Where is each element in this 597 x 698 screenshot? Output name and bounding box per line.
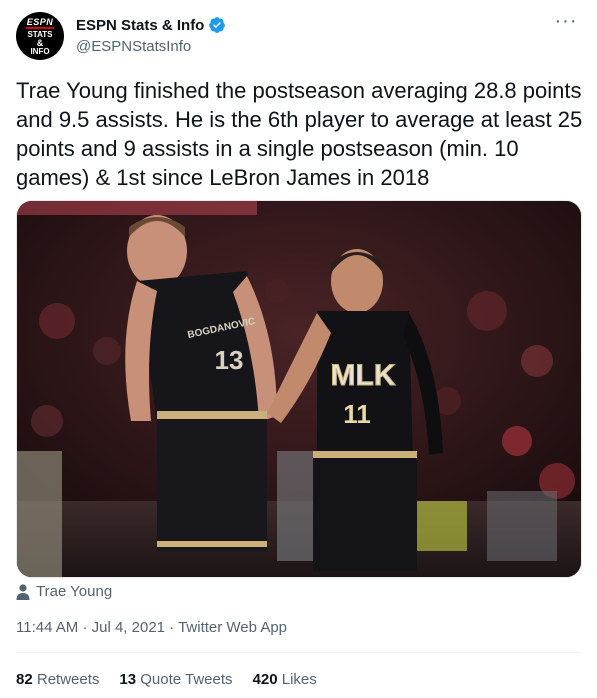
- tweet-time[interactable]: 11:44 AM: [16, 619, 78, 636]
- name-row: ESPN Stats & Info: [76, 16, 226, 34]
- avatar-ampersand-text: &: [36, 38, 44, 48]
- verified-badge-icon: [209, 17, 226, 33]
- display-name[interactable]: ESPN Stats & Info: [76, 17, 204, 34]
- engagement-stats: 82 Retweets 13 Quote Tweets 420 Likes: [16, 671, 317, 688]
- tweet-date[interactable]: Jul 4, 2021: [92, 619, 165, 636]
- avatar[interactable]: ESPN STATS & INFO: [16, 12, 64, 60]
- avatar-info-text: INFO: [30, 47, 50, 56]
- person-icon: [16, 583, 30, 600]
- tagged-person-name[interactable]: Trae Young: [36, 583, 112, 600]
- espn-logo-text: ESPN: [26, 17, 54, 29]
- likes-stat[interactable]: 420 Likes: [253, 671, 317, 688]
- quote-tweets-stat[interactable]: 13 Quote Tweets: [119, 671, 232, 688]
- retweets-label: Retweets: [36, 671, 100, 688]
- more-options-button[interactable]: ···: [553, 11, 579, 36]
- user-handle[interactable]: @ESPNStatsInfo: [76, 38, 191, 55]
- quote-tweets-label: Quote Tweets: [140, 671, 233, 688]
- meta-separator: ·: [82, 619, 88, 636]
- retweets-count: 82: [16, 671, 33, 688]
- likes-count: 420: [252, 671, 278, 688]
- tweet-text: Trae Young finished the postseason avera…: [16, 78, 583, 190]
- likes-label: Likes: [281, 671, 317, 688]
- left-jersey-number: 13: [215, 345, 244, 375]
- tagged-people[interactable]: Trae Young: [16, 583, 112, 600]
- tweet-source[interactable]: Twitter Web App: [178, 619, 287, 636]
- tweet-metadata: 11:44 AM · Jul 4, 2021 · Twitter Web App: [16, 619, 287, 636]
- tweet-photo[interactable]: BOGDANOVIC 13 MLK 11: [16, 200, 582, 578]
- divider: [16, 652, 581, 653]
- tweet-header: ESPN STATS & INFO ESPN Stats & Info @ESP…: [16, 11, 581, 62]
- right-jersey-text: MLK: [331, 359, 396, 392]
- basketball-photo: BOGDANOVIC 13 MLK 11: [17, 201, 581, 577]
- retweets-stat[interactable]: 82 Retweets: [16, 671, 99, 688]
- right-jersey-number: 11: [343, 399, 371, 429]
- quote-tweets-count: 13: [119, 671, 137, 688]
- meta-separator-2: ·: [169, 619, 175, 636]
